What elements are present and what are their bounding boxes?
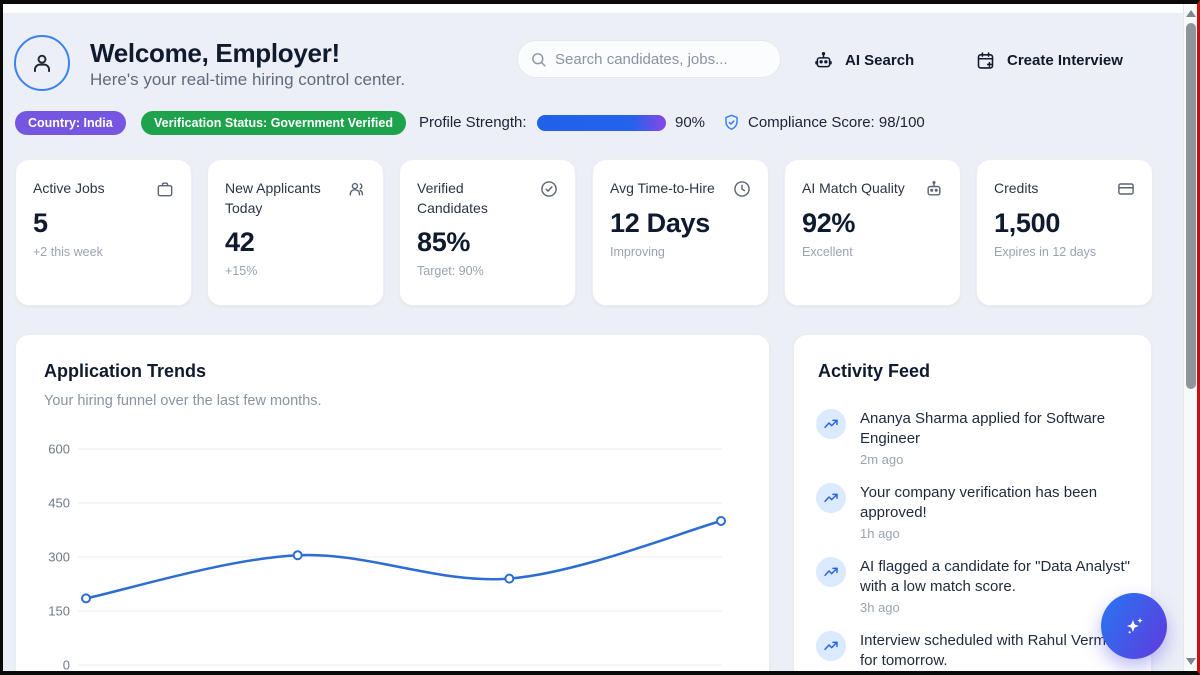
user-icon [29, 50, 55, 76]
svg-text:600: 600 [48, 442, 70, 457]
profile-avatar[interactable] [14, 35, 70, 91]
feed-item-text: Ananya Sharma applied for Software Engin… [860, 409, 1132, 449]
card-sub: Target: 90% [417, 264, 559, 278]
card-sub: Expires in 12 days [994, 245, 1136, 259]
card-sub: +15% [225, 264, 367, 278]
credit-card-icon [1116, 179, 1136, 199]
feed-item-text: Your company verification has been appro… [860, 483, 1132, 523]
card-value: 12 Days [610, 208, 752, 239]
calendar-plus-icon [975, 50, 996, 71]
profile-strength-bar [537, 115, 666, 131]
card-sub: Excellent [802, 245, 944, 259]
stat-card-new-applicants: New Applicants Today 42 +15% [207, 159, 384, 306]
card-sub: +2 this week [33, 245, 175, 259]
shield-check-icon [722, 113, 741, 132]
feed-item[interactable]: Ananya Sharma applied for Software Engin… [816, 409, 1131, 467]
profile-strength-value: 90% [675, 114, 705, 131]
employer-dashboard: Welcome, Employer! Here's your real-time… [0, 0, 1200, 675]
feed-item-text: Interview scheduled with Rahul Verma for… [860, 631, 1132, 671]
card-label: Avg Time-to-Hire [610, 178, 715, 198]
feed-item-text: AI flagged a candidate for "Data Analyst… [860, 557, 1132, 597]
card-value: 92% [802, 208, 944, 239]
card-label: Verified Candidates [417, 178, 535, 218]
stat-card-avg-time-to-hire: Avg Time-to-Hire 12 Days Improving [592, 159, 769, 306]
sparkles-icon [1121, 613, 1147, 639]
compliance-score: Compliance Score: 98/100 [748, 114, 925, 131]
stat-card-active-jobs: Active Jobs 5 +2 this week [15, 159, 192, 306]
stat-card-verified-candidates: Verified Candidates 85% Target: 90% [399, 159, 576, 306]
check-circle-icon [539, 179, 559, 199]
robot-icon [813, 50, 834, 71]
verification-status-badge: Verification Status: Government Verified [141, 111, 406, 135]
trends-line-chart: 0 150 300 450 600 [32, 431, 742, 675]
page-title: Welcome, Employer! [90, 38, 340, 69]
scroll-down-arrow-icon[interactable] [1186, 658, 1196, 665]
scroll-up-arrow-icon[interactable] [1186, 10, 1196, 17]
users-icon [347, 179, 367, 199]
search-box[interactable] [517, 40, 781, 78]
ai-search-button[interactable]: AI Search [813, 45, 914, 75]
ai-search-label: AI Search [845, 52, 914, 69]
top-strip [3, 4, 1197, 13]
activity-feed-list: Ananya Sharma applied for Software Engin… [816, 409, 1131, 675]
robot-icon [924, 179, 944, 199]
search-icon [530, 51, 547, 68]
briefcase-icon [155, 179, 175, 199]
activity-feed-title: Activity Feed [818, 361, 930, 382]
svg-text:450: 450 [48, 496, 70, 511]
feed-item-time: 3h ago [860, 600, 1132, 615]
trending-up-icon [816, 631, 846, 661]
country-badge: Country: India [15, 111, 126, 135]
card-label: New Applicants Today [225, 178, 343, 218]
card-label: Credits [994, 178, 1038, 198]
trending-up-icon [816, 409, 846, 439]
card-sub: Improving [610, 245, 752, 259]
ai-assistant-fab[interactable] [1101, 593, 1167, 659]
svg-text:0: 0 [63, 658, 70, 673]
card-value: 85% [417, 227, 559, 258]
feed-item[interactable]: Interview scheduled with Rahul Verma for… [816, 631, 1131, 671]
card-label: AI Match Quality [802, 178, 905, 198]
clock-icon [732, 179, 752, 199]
vertical-scrollbar [1183, 4, 1197, 671]
page-subtitle: Here's your real-time hiring control cen… [90, 70, 405, 90]
card-value: 42 [225, 227, 367, 258]
scrollbar-thumb[interactable] [1186, 23, 1196, 389]
feed-item[interactable]: AI flagged a candidate for "Data Analyst… [816, 557, 1131, 615]
stat-card-credits: Credits 1,500 Expires in 12 days [976, 159, 1153, 306]
trends-subtitle: Your hiring funnel over the last few mon… [44, 393, 322, 409]
svg-text:150: 150 [48, 604, 70, 619]
search-input[interactable] [555, 51, 768, 68]
activity-feed-panel: Activity Feed Ananya Sharma applied for … [793, 334, 1152, 675]
card-value: 1,500 [994, 208, 1136, 239]
svg-text:300: 300 [48, 550, 70, 565]
trending-up-icon [816, 557, 846, 587]
card-label: Active Jobs [33, 178, 105, 198]
feed-item-time: 2m ago [860, 452, 1132, 467]
feed-item-time: 1h ago [860, 526, 1132, 541]
trending-up-icon [816, 483, 846, 513]
profile-strength-label: Profile Strength: [419, 114, 527, 131]
create-interview-label: Create Interview [1007, 52, 1123, 69]
trends-title: Application Trends [44, 361, 206, 382]
stat-card-ai-match-quality: AI Match Quality 92% Excellent [784, 159, 961, 306]
application-trends-panel: Application Trends Your hiring funnel ov… [15, 334, 770, 675]
create-interview-button[interactable]: Create Interview [975, 45, 1123, 75]
card-value: 5 [33, 208, 175, 239]
feed-item[interactable]: Your company verification has been appro… [816, 483, 1131, 541]
